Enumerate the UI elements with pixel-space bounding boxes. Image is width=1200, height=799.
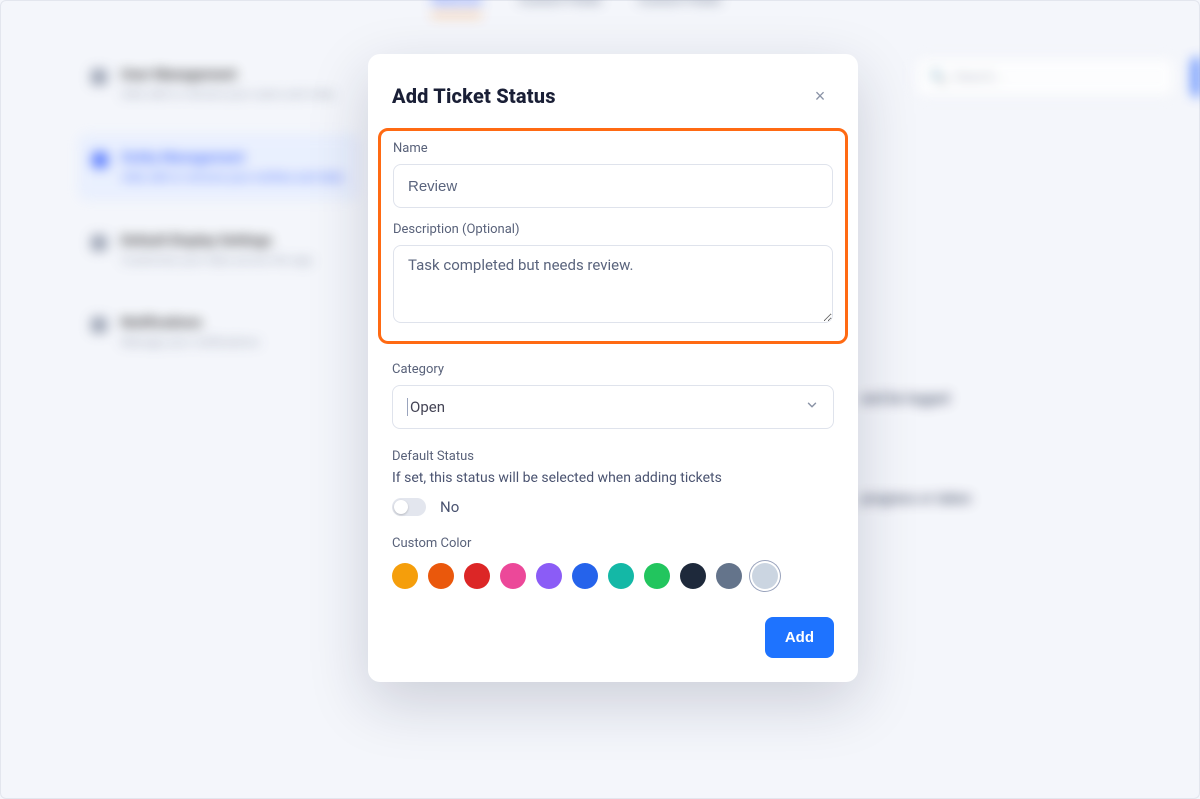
- modal-overlay: Add Ticket Status × Name Description (Op…: [1, 1, 1199, 798]
- color-swatch-purple[interactable]: [536, 563, 562, 589]
- name-field-group: Name: [393, 141, 833, 208]
- name-label: Name: [393, 141, 833, 156]
- default-status-label: Default Status: [392, 449, 834, 464]
- color-swatch-blue[interactable]: [572, 563, 598, 589]
- color-swatch-teal[interactable]: [608, 563, 634, 589]
- color-swatch-light-gray[interactable]: [752, 563, 778, 589]
- add-ticket-status-modal: Add Ticket Status × Name Description (Op…: [368, 54, 858, 682]
- category-value: Open: [407, 398, 445, 416]
- color-swatches: [392, 563, 834, 589]
- default-status-help: If set, this status will be selected whe…: [392, 470, 834, 486]
- name-input[interactable]: [393, 164, 833, 208]
- category-label: Category: [392, 362, 834, 377]
- modal-title: Add Ticket Status: [392, 84, 556, 108]
- category-field-group: Category Open: [392, 362, 834, 429]
- add-button[interactable]: Add: [765, 617, 834, 658]
- description-field-group: Description (Optional) Task completed bu…: [393, 222, 833, 327]
- modal-footer: Add: [392, 617, 834, 658]
- highlighted-fields: Name Description (Optional) Task complet…: [378, 128, 848, 344]
- color-swatch-slate[interactable]: [716, 563, 742, 589]
- custom-color-label: Custom Color: [392, 536, 834, 551]
- close-icon: ×: [815, 86, 826, 107]
- toggle-knob: [394, 500, 408, 514]
- description-label: Description (Optional): [393, 222, 833, 237]
- default-status-value-label: No: [440, 498, 459, 516]
- color-swatch-pink[interactable]: [500, 563, 526, 589]
- close-button[interactable]: ×: [806, 82, 834, 110]
- description-input[interactable]: Task completed but needs review.: [393, 245, 833, 323]
- custom-color-group: Custom Color: [392, 536, 834, 589]
- color-swatch-navy[interactable]: [680, 563, 706, 589]
- category-select[interactable]: Open: [392, 385, 834, 429]
- chevron-down-icon: [805, 398, 819, 416]
- modal-header: Add Ticket Status ×: [392, 82, 834, 110]
- default-status-group: Default Status If set, this status will …: [392, 449, 834, 516]
- color-swatch-red[interactable]: [464, 563, 490, 589]
- color-swatch-green[interactable]: [644, 563, 670, 589]
- color-swatch-vermilion[interactable]: [428, 563, 454, 589]
- default-status-toggle[interactable]: [392, 498, 426, 516]
- color-swatch-orange[interactable]: [392, 563, 418, 589]
